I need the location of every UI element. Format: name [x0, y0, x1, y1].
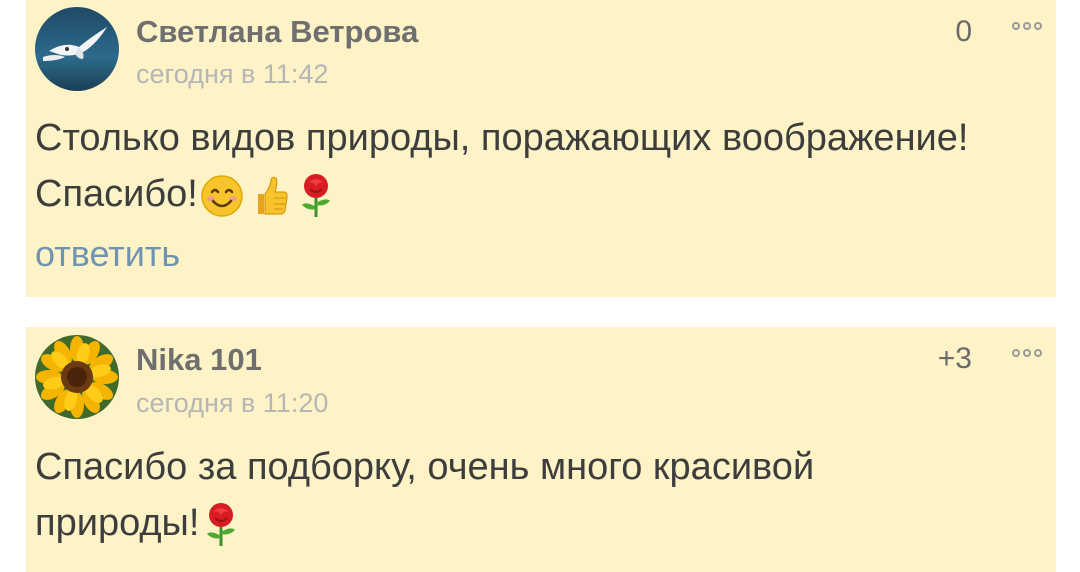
seagull-avatar-icon: [35, 7, 119, 91]
reply-link[interactable]: ответить: [35, 233, 180, 275]
avatar[interactable]: [35, 7, 119, 91]
comment-card: Светлана Ветрова сегодня в 11:42 0 Столь…: [26, 0, 1056, 297]
comment-card: Nika 101 сегодня в 11:20 +3 Спасибо за п…: [26, 327, 1056, 572]
rating-count: 0: [955, 15, 972, 48]
emoji-group: [200, 173, 336, 219]
more-options-icon[interactable]: [1012, 22, 1042, 30]
emoji-group: [201, 502, 241, 548]
more-options-icon[interactable]: [1012, 349, 1042, 357]
avatar[interactable]: [35, 335, 119, 419]
rating-count: +3: [937, 342, 972, 375]
comment-text-end: природы!: [35, 502, 200, 544]
comment-text: Столько видов природы, поражающих вообра…: [35, 110, 1050, 222]
thumbs-up-icon: [257, 176, 288, 215]
comment-text: Спасибо за подборку, очень много красиво…: [35, 439, 1050, 551]
rose-icon: [301, 173, 330, 217]
comment-text-line: Столько видов природы, поражающих вообра…: [35, 117, 969, 159]
comment-date: сегодня в 11:20: [136, 388, 329, 418]
author-name[interactable]: Светлана Ветрова: [136, 14, 418, 50]
comment-text-line: Спасибо за подборку, очень много красиво…: [35, 446, 815, 488]
comment-text-line: природы!: [35, 495, 1050, 551]
rose-icon: [207, 502, 236, 546]
sunflower-avatar-icon: [35, 335, 119, 419]
author-name[interactable]: Nika 101: [136, 342, 262, 378]
comment-text-line: Спасибо!: [35, 166, 1050, 222]
smiling-face-icon: [201, 175, 243, 217]
comment-text-end: Спасибо!: [35, 173, 198, 215]
comment-date: сегодня в 11:42: [136, 59, 329, 89]
